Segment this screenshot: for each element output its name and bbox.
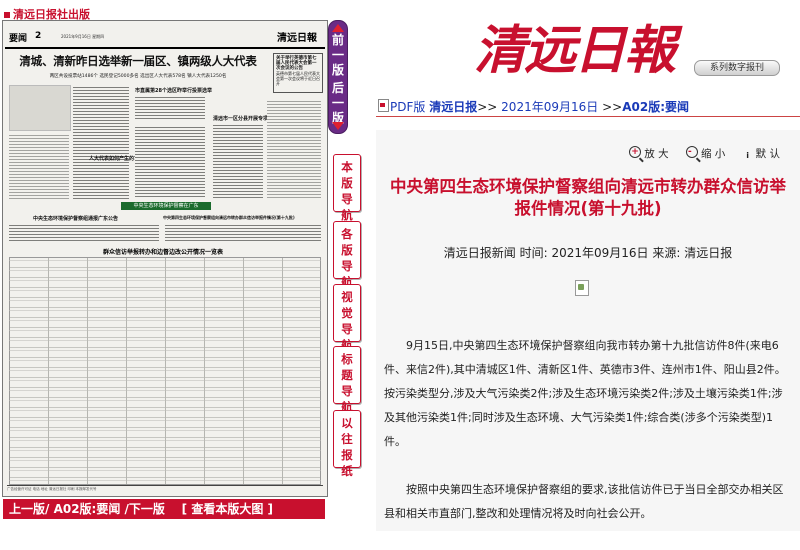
nav-archive-label: 以往报纸	[341, 416, 353, 478]
arrow-up-icon[interactable]	[332, 24, 344, 32]
section-banner[interactable]: 中央生态环境保护督察在广东	[121, 202, 211, 210]
mini-heading[interactable]: 中央生态环境保护督察组通报广东公告	[33, 215, 118, 222]
article-title: 中央第四生态环境保护督察组向清远市转办群众信访举报件情况(第十九批)	[390, 177, 786, 218]
article-paragraph: 9月15日,中央第四生态环境保护督察组向我市转办第十九批信访件8件(来电6件、来…	[384, 339, 786, 448]
image-placeholder-icon	[575, 280, 589, 296]
text-column	[73, 85, 129, 199]
page-masthead: 清远日報	[277, 33, 317, 44]
text-size-tools: + 放 大 -缩 小 i 默 认	[615, 146, 780, 161]
prev-page-button[interactable]: 前一版	[329, 33, 347, 78]
zoom-in-button[interactable]: + 放 大	[629, 146, 669, 161]
page-number: 2	[35, 31, 42, 41]
default-size-button[interactable]: i默 认	[743, 146, 780, 161]
text-column	[135, 125, 205, 199]
info-icon: i	[746, 151, 750, 160]
prev-page-link[interactable]: 上一版/	[9, 502, 49, 516]
nav-archive[interactable]: 以往报纸	[333, 410, 361, 478]
page-header: 要闻 2 2021年9月16日 星期四 清远日報	[5, 25, 325, 49]
text-column	[213, 123, 263, 199]
article-meta: 清远日报新闻 时间: 2021年09月16日 来源: 清远日报	[443, 246, 733, 260]
mini-heading[interactable]: 市直属第28个选区昨举行投票选举	[135, 87, 212, 94]
nav-headlines[interactable]: 标题导航	[333, 346, 361, 414]
article-paragraph: 按照中央第四生态环境保护督察组的要求,该批信访件已于当日全部交办相关区县和相关市…	[384, 483, 784, 520]
newspaper-page-image[interactable]: 要闻 2 2021年9月16日 星期四 清远日報 清城、清新昨日选举新一届区、镇…	[2, 20, 328, 497]
zoom-in-label: 放 大	[644, 148, 669, 160]
nav-visual-label: 视觉导航	[341, 290, 353, 352]
page-footer: 广告经营许可证 电话 地址 清远日报社 印刷 本报邮发代号	[7, 485, 323, 492]
nav-all-pages[interactable]: 各版导航	[333, 221, 361, 289]
article-body: 9月15日,中央第四生态环境保护督察组向我市转办第十九批信访件8件(来电6件、来…	[384, 334, 788, 550]
zoom-out-icon: -	[685, 146, 698, 158]
breadcrumb-separator: >>	[602, 100, 623, 114]
default-size-label: 默 认	[755, 148, 780, 160]
newspaper-page-column: 清远日报社出版 要闻 2 2021年9月16日 星期四 清远日報 清城、清新昨日…	[0, 0, 330, 531]
nav-this-page-label: 本版导航	[341, 160, 353, 222]
notice-body: 英德市第七届人民代表大会第一次会议将于近日召开	[276, 71, 320, 86]
zoom-in-icon: +	[629, 146, 642, 158]
text-column	[267, 99, 321, 199]
nav-headlines-label: 标题导航	[341, 352, 353, 414]
logo-text: 清远日報	[474, 20, 676, 81]
nav-visual[interactable]: 视觉导航	[333, 284, 361, 352]
complaints-table-text	[9, 257, 321, 485]
notice-title: 关于举行英德市第七届人民代表大会第一次会议的公告	[276, 56, 317, 71]
page-notice-box[interactable]: 关于举行英德市第七届人民代表大会第一次会议的公告 英德市第七届人民代表大会第一次…	[273, 53, 323, 93]
view-large-page-link[interactable]: [ 查看本版大图 ]	[182, 502, 273, 516]
breadcrumb-page[interactable]: A02版:要闻	[622, 100, 689, 114]
page-photo	[9, 85, 71, 131]
text-column	[165, 223, 321, 243]
square-bullet-icon	[4, 12, 10, 18]
arrow-down-icon[interactable]	[332, 122, 344, 130]
page-date: 2021年9月16日 星期四	[61, 34, 105, 39]
mini-heading[interactable]: 人大代表如何产生的?	[89, 155, 137, 162]
text-column	[135, 95, 205, 121]
page-section: 要闻	[9, 34, 28, 44]
logo-badge: 系列数字报刊	[694, 60, 780, 76]
page-pager: 前一版 后一版	[328, 20, 348, 134]
text-column	[9, 133, 69, 199]
breadcrumb-paper[interactable]: 清远日报	[429, 100, 477, 114]
zoom-out-button[interactable]: -缩 小	[685, 146, 726, 161]
page-headline[interactable]: 清城、清新昨日选举新一届区、镇两级人大代表	[13, 53, 263, 69]
divider	[376, 116, 800, 117]
next-page-link[interactable]: /下一版	[125, 502, 165, 516]
page-subline: 两区共设投票站1486个 选民登记5000多名 选出区人大代表578名 镇人大代…	[49, 74, 227, 79]
page-navigation-bar: 上一版/ A02版:要闻 /下一版 [ 查看本版大图 ]	[3, 499, 325, 519]
table-title[interactable]: 群众信访举报转办和边督边改公开情况一览表	[83, 247, 243, 256]
current-page-label: A02版:要闻	[49, 502, 125, 516]
mini-heading[interactable]: 中央第四生态环境保护督察组向清远市转办群众信访举报件情况(第十九批)	[163, 215, 295, 221]
nav-this-page[interactable]: 本版导航	[333, 154, 361, 222]
article-panel: + 放 大 -缩 小 i 默 认 中央第四生态环境保护督察组向清远市转办群众信访举报…	[376, 130, 800, 531]
nav-all-pages-label: 各版导航	[341, 227, 353, 289]
pdf-link[interactable]: PDF版	[390, 100, 425, 114]
next-page-button[interactable]: 后一版	[329, 81, 347, 126]
breadcrumb-date[interactable]: 2021年09月16日	[501, 100, 598, 114]
breadcrumb: PDF版 清远日报>> 2021年09月16日 >>A02版:要闻	[378, 98, 689, 115]
zoom-out-label: 缩 小	[700, 148, 726, 160]
pdf-icon[interactable]	[378, 99, 389, 112]
text-column	[9, 223, 159, 243]
site-logo[interactable]: 清远日報 系列数字报刊	[470, 4, 800, 84]
breadcrumb-separator: >>	[477, 100, 498, 114]
